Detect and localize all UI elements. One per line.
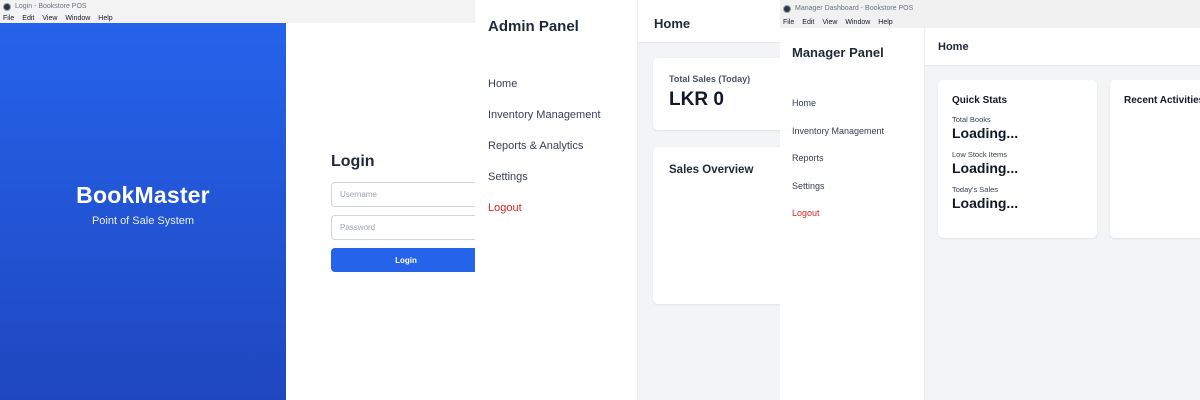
- login-menubar: File Edit View Window Help: [0, 13, 475, 23]
- stat-label-total-books: Total Books: [952, 115, 991, 124]
- menu-file[interactable]: File: [783, 19, 794, 26]
- menu-edit[interactable]: Edit: [22, 15, 34, 22]
- manager-sidebar: Manager Panel Home Inventory Management …: [780, 28, 925, 400]
- stat-label-low-stock: Low Stock Items: [952, 150, 1008, 159]
- stat-label-todays-sales: Today's Sales: [952, 185, 999, 194]
- login-window-title: Login - Bookstore POS: [15, 3, 87, 10]
- electron-app-icon: [3, 2, 11, 11]
- admin-page-title: Home: [638, 0, 780, 43]
- admin-nav-home[interactable]: Home: [488, 78, 601, 109]
- recent-activities-heading: Recent Activities: [1124, 95, 1200, 106]
- admin-nav-logout[interactable]: Logout: [488, 202, 601, 233]
- password-input[interactable]: [331, 215, 475, 240]
- electron-app-icon: [783, 4, 791, 13]
- admin-nav-settings[interactable]: Settings: [488, 171, 601, 202]
- login-window: Login - Bookstore POS File Edit View Win…: [0, 0, 475, 400]
- manager-menubar: File Edit View Window Help: [780, 17, 1200, 28]
- total-sales-value: LKR 0: [669, 89, 724, 110]
- stat-value-total-books: Loading...: [952, 125, 1019, 141]
- manager-panel-title: Manager Panel: [792, 45, 884, 60]
- admin-nav-inventory[interactable]: Inventory Management: [488, 109, 601, 140]
- total-sales-card: Total Sales (Today) LKR 0: [653, 58, 780, 130]
- login-heading: Login: [331, 153, 375, 170]
- manager-nav-reports[interactable]: Reports: [792, 153, 884, 181]
- menu-help[interactable]: Help: [878, 19, 892, 26]
- menu-window[interactable]: Window: [845, 19, 870, 26]
- sales-overview-card: Sales Overview: [653, 147, 780, 304]
- quick-stats-card: Quick Stats Total Books Loading... Low S…: [938, 80, 1097, 238]
- menu-file[interactable]: File: [3, 15, 14, 22]
- manager-nav-home[interactable]: Home: [792, 98, 884, 126]
- login-button[interactable]: Login: [331, 248, 475, 272]
- menu-help[interactable]: Help: [98, 15, 112, 22]
- manager-page-title: Home: [925, 28, 1200, 66]
- manager-nav-settings[interactable]: Settings: [792, 181, 884, 209]
- login-form: Login Login: [331, 153, 475, 272]
- admin-window: Admin Panel Home Inventory Management Re…: [475, 0, 780, 400]
- menu-view[interactable]: View: [822, 19, 837, 26]
- manager-window-title: Manager Dashboard - Bookstore POS: [795, 5, 914, 12]
- stat-value-todays-sales: Loading...: [952, 195, 1019, 211]
- manager-window: Manager Dashboard - Bookstore POS File E…: [780, 0, 1200, 400]
- login-titlebar: Login - Bookstore POS: [0, 0, 475, 13]
- total-sales-label: Total Sales (Today): [669, 74, 751, 84]
- sales-overview-heading: Sales Overview: [669, 164, 754, 176]
- admin-main-content: Home Total Sales (Today) LKR 0 Sales Ove…: [638, 0, 780, 400]
- manager-nav: Home Inventory Management Reports Settin…: [792, 98, 884, 236]
- admin-nav-reports[interactable]: Reports & Analytics: [488, 140, 601, 171]
- menu-window[interactable]: Window: [65, 15, 90, 22]
- brand-hero-panel: BookMaster Point of Sale System: [0, 23, 286, 400]
- username-input[interactable]: [331, 182, 475, 207]
- manager-nav-logout[interactable]: Logout: [792, 208, 884, 236]
- manager-nav-inventory[interactable]: Inventory Management: [792, 126, 884, 154]
- manager-titlebar: Manager Dashboard - Bookstore POS: [780, 0, 1200, 17]
- brand-tagline: Point of Sale System: [91, 215, 195, 227]
- quick-stats-heading: Quick Stats: [952, 95, 1008, 106]
- admin-panel-title: Admin Panel: [488, 18, 579, 35]
- recent-activities-card: Recent Activities: [1110, 80, 1200, 238]
- menu-edit[interactable]: Edit: [802, 19, 814, 26]
- menu-view[interactable]: View: [42, 15, 57, 22]
- stat-value-low-stock: Loading...: [952, 160, 1019, 176]
- brand-name: BookMaster: [76, 182, 210, 208]
- admin-sidebar: Admin Panel Home Inventory Management Re…: [475, 0, 638, 400]
- admin-nav: Home Inventory Management Reports & Anal…: [488, 78, 601, 233]
